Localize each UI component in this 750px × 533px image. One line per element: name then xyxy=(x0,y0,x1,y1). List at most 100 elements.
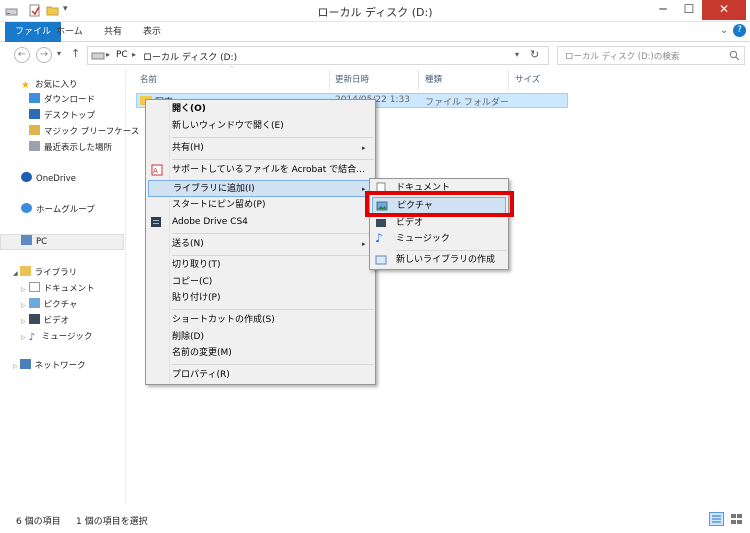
nav-item-label: マジック ブリーフケース xyxy=(44,127,140,137)
menu-item-properties[interactable]: プロパティ(R) xyxy=(170,367,374,384)
desktop-icon xyxy=(29,109,40,119)
nav-homegroup-label: ホームグループ xyxy=(36,205,95,215)
menu-item-add-to-library[interactable]: ライブラリに追加(I) xyxy=(148,180,373,197)
nav-onedrive[interactable]: OneDrive xyxy=(0,172,126,187)
forward-button[interactable]: → xyxy=(36,47,52,63)
nav-item-label: ドキュメント xyxy=(43,284,95,294)
address-box[interactable]: ▸ PC ▸ ローカル ディスク (D:) ▾ ↻ xyxy=(87,46,549,65)
music-library-icon: ♪ xyxy=(28,332,36,343)
submenu-item-videos[interactable]: ビデオ xyxy=(370,215,508,232)
status-selected-count: 1 個の項目を選択 xyxy=(76,517,148,527)
close-button[interactable]: ✕ xyxy=(702,0,746,20)
nav-pc[interactable]: PC xyxy=(0,234,124,250)
nav-favorites-label: お気に入り xyxy=(35,80,78,90)
column-header-date[interactable]: 更新日時 xyxy=(335,73,369,87)
expand-icon[interactable]: ▷ xyxy=(21,286,26,293)
up-button[interactable]: ↑ xyxy=(71,47,80,60)
ribbon-expand-icon[interactable]: ⌄ xyxy=(720,25,728,36)
column-divider[interactable] xyxy=(508,70,509,90)
download-folder-icon xyxy=(29,93,40,103)
menu-item-open-new-window[interactable]: 新しいウィンドウで開く(E) xyxy=(170,118,374,135)
submenu-item-music[interactable]: ♪ ミュージック xyxy=(370,231,508,248)
expand-icon[interactable]: ▷ xyxy=(21,302,26,309)
nav-item-briefcase[interactable]: マジック ブリーフケース xyxy=(0,125,139,140)
tab-home[interactable]: ホーム xyxy=(46,22,93,42)
title-bar: ▾ ローカル ディスク (D:) ─ ☐ ✕ xyxy=(0,0,750,22)
details-view-icon[interactable] xyxy=(709,512,724,526)
videos-library-icon xyxy=(28,314,40,324)
minimize-button[interactable]: ─ xyxy=(650,0,676,20)
drive-icon xyxy=(91,52,105,60)
ribbon-tabs: ファイル ホーム 共有 表示 ⌄ ? xyxy=(0,22,750,42)
nav-homegroup[interactable]: ホームグループ xyxy=(0,203,126,218)
breadcrumb-local-disk[interactable]: ローカル ディスク (D:) xyxy=(143,50,237,63)
recent-locations-dropdown[interactable]: ▾ xyxy=(57,49,61,58)
refresh-button[interactable]: ↻ xyxy=(530,48,539,61)
menu-separator xyxy=(172,364,374,365)
breadcrumb-pc[interactable]: PC xyxy=(116,50,128,60)
highlight-callout xyxy=(365,191,514,217)
menu-item-create-shortcut[interactable]: ショートカットの作成(S) xyxy=(170,312,374,329)
menu-separator xyxy=(172,159,374,160)
homegroup-icon xyxy=(21,203,32,213)
window-title: ローカル ディスク (D:) xyxy=(317,6,433,19)
nav-item-label: ビデオ xyxy=(43,316,70,326)
expand-icon[interactable]: ▷ xyxy=(13,363,18,370)
menu-item-send-to[interactable]: 送る(N) xyxy=(170,236,374,253)
nav-favorites[interactable]: ★ お気に入り xyxy=(0,78,126,93)
nav-item-recent-places[interactable]: 最近表示した場所 xyxy=(0,141,126,156)
status-bar: 6 個の項目 1 個の項目を選択 xyxy=(0,505,750,533)
search-icon[interactable] xyxy=(729,50,740,61)
menu-item-label: 送る(N) xyxy=(172,239,204,249)
menu-item-adobe-drive[interactable]: Adobe Drive CS4 xyxy=(170,214,374,231)
menu-item-pin-to-start[interactable]: スタートにピン留め(P) xyxy=(170,197,374,214)
adobe-drive-icon xyxy=(151,217,161,227)
submenu-item-label: ミュージック xyxy=(396,234,450,244)
nav-item-desktop[interactable]: デスクトップ xyxy=(0,109,126,124)
nav-libraries-label: ライブラリ xyxy=(34,268,78,278)
expand-icon[interactable]: ▷ xyxy=(21,334,26,341)
nav-network[interactable]: ▷ ネットワーク xyxy=(0,359,126,374)
column-divider[interactable] xyxy=(418,70,419,90)
large-icons-view-icon[interactable] xyxy=(729,512,744,526)
menu-item-copy[interactable]: コピー(C) xyxy=(170,274,374,291)
nav-item-music[interactable]: ▷ ♪ ミュージック xyxy=(0,330,126,345)
nav-item-videos[interactable]: ▷ ビデオ xyxy=(0,314,126,329)
menu-item-cut[interactable]: 切り取り(T) xyxy=(170,257,374,274)
network-icon xyxy=(19,359,31,369)
help-icon[interactable]: ? xyxy=(733,24,746,37)
column-divider[interactable] xyxy=(329,70,330,90)
cloud-icon xyxy=(21,172,32,182)
nav-item-downloads[interactable]: ダウンロード xyxy=(0,93,126,108)
nav-item-documents[interactable]: ▷ ドキュメント xyxy=(0,282,126,297)
menu-item-delete[interactable]: 削除(D) xyxy=(170,329,374,346)
column-header-type[interactable]: 種類 xyxy=(425,73,442,87)
menu-item-acrobat-combine[interactable]: サポートしているファイルを Acrobat で結合... xyxy=(170,162,374,179)
search-input[interactable]: ローカル ディスク (D:)の検索 xyxy=(557,46,745,65)
tab-view[interactable]: 表示 xyxy=(133,22,171,42)
menu-separator xyxy=(396,250,506,251)
nav-pc-label: PC xyxy=(36,237,48,247)
maximize-button[interactable]: ☐ xyxy=(676,0,702,20)
expand-icon[interactable]: ▷ xyxy=(21,318,26,325)
menu-item-open[interactable]: 開く(O) xyxy=(170,101,374,118)
menu-separator xyxy=(172,233,374,234)
nav-item-label: ピクチャ xyxy=(43,300,78,310)
nav-network-label: ネットワーク xyxy=(34,361,86,371)
nav-item-pictures[interactable]: ▷ ピクチャ xyxy=(0,298,126,313)
nav-item-label: デスクトップ xyxy=(44,111,96,121)
menu-item-label: ライブラリに追加(I) xyxy=(173,184,255,194)
menu-item-rename[interactable]: 名前の変更(M) xyxy=(170,345,374,362)
menu-item-share[interactable]: 共有(H) xyxy=(170,140,374,157)
column-header-name[interactable]: 名前 xyxy=(140,73,157,87)
menu-item-paste[interactable]: 貼り付け(P) xyxy=(170,290,374,307)
pictures-library-icon xyxy=(28,298,40,308)
submenu-item-new-library[interactable]: 新しいライブラリの作成 xyxy=(370,252,508,269)
address-dropdown-icon[interactable]: ▾ xyxy=(515,50,519,59)
column-header-size[interactable]: サイズ xyxy=(515,73,540,87)
nav-libraries[interactable]: ◢ ライブラリ xyxy=(0,266,126,281)
tab-share[interactable]: 共有 xyxy=(94,22,132,42)
collapse-icon[interactable]: ◢ xyxy=(13,270,18,277)
back-button[interactable]: ← xyxy=(14,47,30,63)
acrobat-icon: A xyxy=(151,164,163,176)
